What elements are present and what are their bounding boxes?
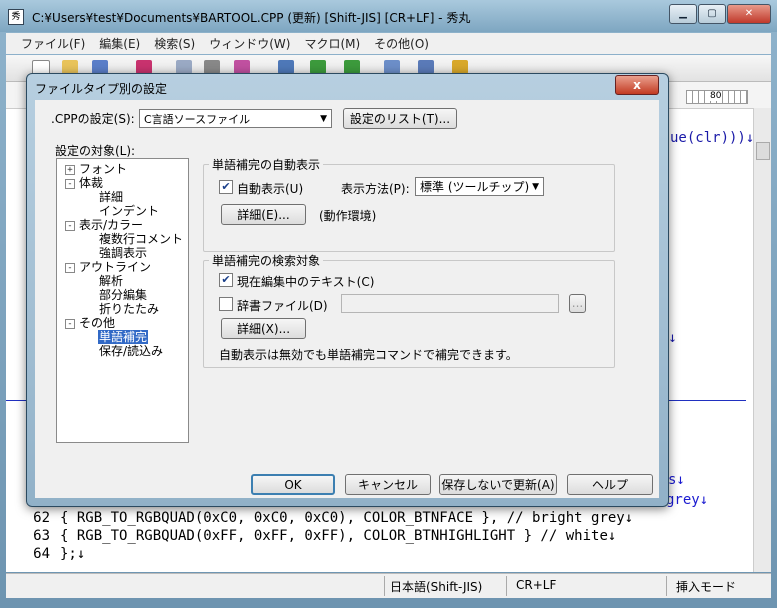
status-separator [506, 576, 507, 596]
status-mode[interactable]: 挿入モード [676, 578, 736, 595]
line-number: 64 [33, 546, 50, 562]
target-label: 設定の対象(L): [55, 144, 136, 158]
dictionary-label[interactable]: 辞書ファイル(D) [237, 297, 328, 314]
search-detail-button[interactable]: 詳細(X)... [221, 318, 306, 339]
menu-search[interactable]: 検索(S) [149, 35, 200, 52]
tree-item-analysis[interactable]: 解析 [99, 274, 123, 288]
tree-item-layout[interactable]: 体裁 [79, 176, 103, 190]
macro-icon[interactable] [452, 60, 468, 74]
cpp-setting-value: C言語ソースファイル [144, 113, 251, 126]
dialog-title: ファイルタイプ別の設定 [35, 82, 168, 96]
dialog-close-button[interactable]: x [615, 75, 659, 95]
auto-display-checkbox[interactable]: ✔ [219, 180, 233, 194]
current-text-checkbox[interactable]: ✔ [219, 273, 233, 287]
status-encoding[interactable]: 日本語(Shift-JIS) [390, 578, 482, 595]
tree-item-folding[interactable]: 折りたたみ [99, 302, 159, 316]
find-icon[interactable] [278, 60, 294, 74]
title-bar[interactable]: 秀 C:¥Users¥test¥Documents¥BARTOOL.CPP (更… [0, 0, 777, 32]
tree-item-outline[interactable]: アウトライン [79, 260, 151, 274]
maximize-button[interactable]: ▢ [698, 4, 726, 24]
completion-note: 自動表示は無効でも単語補完コマンドで補完できます。 [219, 348, 518, 362]
paste-icon[interactable] [234, 60, 250, 74]
dictionary-path-input[interactable] [341, 294, 559, 313]
cancel-button[interactable]: キャンセル [345, 474, 431, 495]
menu-macro[interactable]: マクロ(M) [299, 35, 365, 52]
open-folder-icon[interactable] [62, 60, 78, 74]
settings-tree[interactable]: + フォント - 体裁 詳細 インデント - 表示/カラー 複数行コメント 強調… [56, 158, 189, 443]
chevron-down-icon: ▼ [532, 182, 539, 192]
app-icon: 秀 [8, 9, 24, 25]
ruler-number: 80 [710, 91, 722, 101]
minimize-button[interactable]: ▁ [669, 4, 697, 24]
auto-display-group-title: 単語補完の自動表示 [209, 156, 324, 173]
cpp-setting-select[interactable]: C言語ソースファイル ▼ [139, 109, 332, 128]
search-target-group-title: 単語補完の検索対象 [209, 252, 324, 269]
find-prev-icon[interactable] [344, 60, 360, 74]
code-line: };↓ [60, 546, 86, 562]
tree-item-display-color[interactable]: 表示/カラー [79, 218, 143, 232]
auto-detail-button[interactable]: 詳細(E)... [221, 204, 306, 225]
update-without-saving-button[interactable]: 保存しないで更新(A) [439, 474, 557, 495]
code-line: { RGB_TO_RGBQUAD(0xFF, 0xFF, 0xFF), COLO… [60, 528, 617, 544]
settings-list-button[interactable]: 設定のリスト(T)... [343, 108, 457, 129]
browse-button[interactable]: ... [569, 294, 586, 313]
code-line: { RGB_TO_RGBQUAD(0xC0, 0xC0, 0xC0), COLO… [60, 510, 634, 526]
status-bar: 日本語(Shift-JIS) CR+LF 挿入モード [6, 573, 771, 598]
code-fragment: grey↓ [666, 492, 709, 508]
grep-icon[interactable] [384, 60, 400, 74]
environment-note: (動作環境) [319, 209, 377, 223]
vertical-scrollbar[interactable] [753, 108, 771, 572]
code-fragment: ue(clr)))↓ [670, 130, 755, 146]
menu-window[interactable]: ウィンドウ(W) [204, 35, 295, 52]
save-icon[interactable] [92, 60, 108, 74]
ok-button[interactable]: OK [251, 474, 335, 495]
display-method-value: 標準 (ツールチップ) [420, 180, 530, 194]
scrollbar-thumb[interactable] [756, 142, 770, 160]
dictionary-checkbox[interactable] [219, 297, 233, 311]
tree-item-other[interactable]: その他 [79, 316, 115, 330]
tree-item-partial-edit[interactable]: 部分編集 [99, 288, 147, 302]
auto-display-label[interactable]: 自動表示(U) [237, 180, 303, 197]
help-button[interactable]: ヘルプ [567, 474, 653, 495]
tree-item-detail[interactable]: 詳細 [99, 190, 123, 204]
tree-item-font[interactable]: フォント [79, 162, 127, 176]
find-next-icon[interactable] [310, 60, 326, 74]
chevron-down-icon: ▼ [320, 114, 327, 124]
tree-item-multiline-comment[interactable]: 複数行コメント [99, 232, 183, 246]
menu-edit[interactable]: 編集(E) [94, 35, 145, 52]
undo-icon[interactable] [136, 60, 152, 74]
cpp-setting-label: .CPPの設定(S): [51, 112, 135, 126]
window-icon[interactable] [418, 60, 434, 74]
cut-icon[interactable] [204, 60, 220, 74]
tree-item-indent[interactable]: インデント [99, 204, 159, 218]
menu-other[interactable]: その他(O) [369, 35, 434, 52]
close-button[interactable]: ✕ [727, 4, 771, 24]
line-number: 62 [33, 510, 50, 526]
menu-file[interactable]: ファイル(F) [16, 35, 90, 52]
copy-icon[interactable] [176, 60, 192, 74]
tree-item-word-completion[interactable]: 単語補完 [98, 330, 149, 344]
display-method-label: 表示方法(P): [341, 182, 410, 196]
window-title: C:¥Users¥test¥Documents¥BARTOOL.CPP (更新)… [32, 11, 471, 25]
display-method-select[interactable]: 標準 (ツールチップ) ▼ [415, 177, 544, 196]
status-separator [384, 576, 385, 596]
collapse-icon[interactable]: - [65, 263, 75, 273]
expand-icon[interactable]: + [65, 165, 75, 175]
collapse-icon[interactable]: - [65, 179, 75, 189]
menu-bar: ファイル(F) 編集(E) 検索(S) ウィンドウ(W) マクロ(M) その他(… [6, 33, 771, 54]
file-type-settings-dialog: ファイルタイプ別の設定 x .CPPの設定(S): C言語ソースファイル ▼ 設… [26, 73, 669, 507]
tree-item-save-load[interactable]: 保存/読込み [99, 344, 163, 358]
current-text-label[interactable]: 現在編集中のテキスト(C) [237, 273, 374, 290]
status-separator [666, 576, 667, 596]
collapse-icon[interactable]: - [65, 319, 75, 329]
status-newline[interactable]: CR+LF [516, 578, 556, 592]
line-number: 63 [33, 528, 50, 544]
collapse-icon[interactable]: - [65, 221, 75, 231]
dialog-body: .CPPの設定(S): C言語ソースファイル ▼ 設定のリスト(T)... 設定… [35, 100, 659, 498]
tree-item-highlight[interactable]: 強調表示 [99, 246, 147, 260]
code-fragment: s↓ [668, 472, 685, 488]
